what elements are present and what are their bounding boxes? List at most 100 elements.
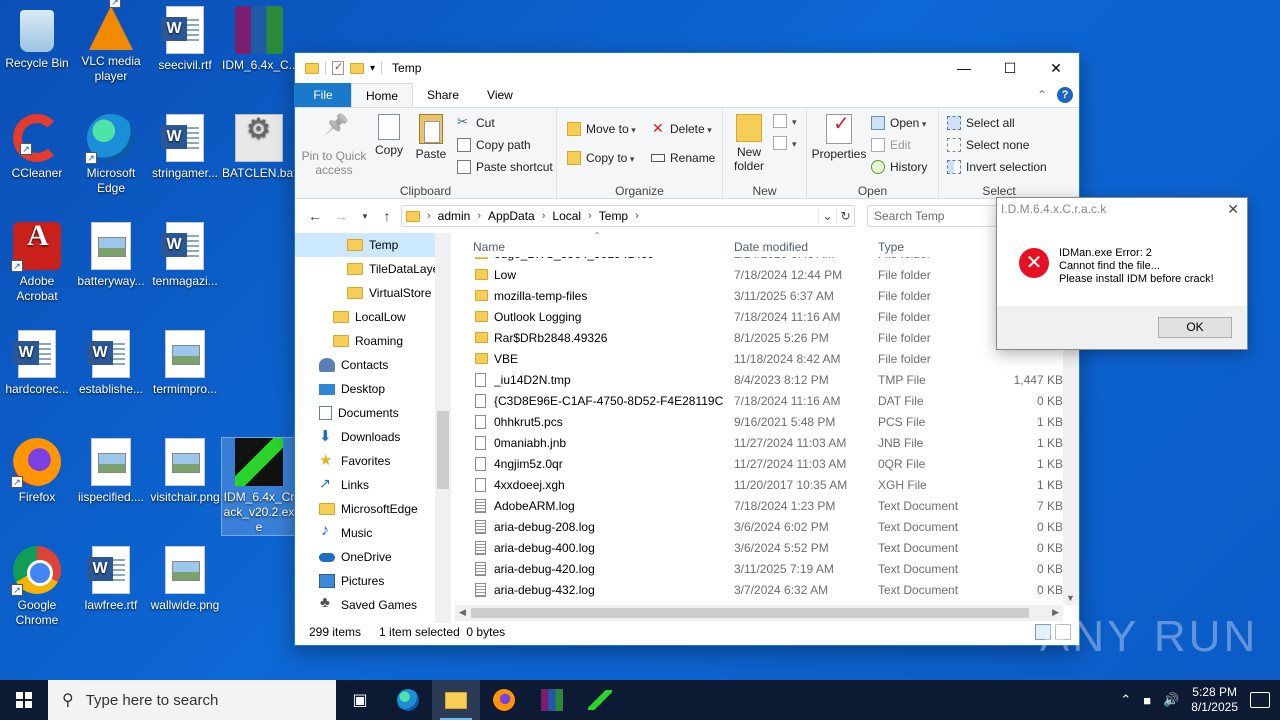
clock[interactable]: 5:28 PM 8/1/2025: [1191, 685, 1238, 715]
copy-path-button[interactable]: Copy path: [457, 138, 531, 152]
desktop-icon[interactable]: termimpro...: [148, 330, 222, 397]
desktop-icon[interactable]: BATCLEN.bat: [222, 114, 296, 181]
file-row[interactable]: Outlook Logging 7/18/2024 11:16 AM File fo…: [455, 306, 1063, 327]
cut-button[interactable]: Cut: [457, 114, 495, 130]
back-button[interactable]: ←: [303, 208, 327, 224]
nav-item-documents[interactable]: Documents: [295, 401, 451, 425]
desktop-icon[interactable]: ↗ Microsoft Edge: [74, 114, 148, 196]
nav-item-favorites[interactable]: Favorites: [295, 449, 451, 473]
network-icon[interactable]: ■: [1143, 693, 1151, 708]
file-row[interactable]: 4ngjim5z.0qr 11/27/2024 11:03 AM 0QR File 1…: [455, 453, 1063, 474]
maximize-button[interactable]: ☐: [987, 53, 1033, 83]
nav-item-desktop[interactable]: Desktop: [295, 377, 451, 401]
nav-item-microsoftedge[interactable]: MicrosoftEdge: [295, 497, 451, 521]
desktop-icon[interactable]: ↗ Firefox: [0, 438, 74, 505]
notifications-icon[interactable]: [1250, 692, 1270, 708]
volume-icon[interactable]: 🔊: [1163, 692, 1179, 708]
nav-item-temp[interactable]: Temp: [295, 233, 451, 257]
delete-button[interactable]: Delete: [651, 120, 712, 137]
taskbar-winrar[interactable]: [528, 680, 576, 720]
history-button[interactable]: History: [871, 160, 927, 174]
horizontal-scroll-thumb[interactable]: [471, 608, 1029, 618]
desktop-icon[interactable]: Recycle Bin: [0, 6, 74, 71]
title-bar[interactable]: ▾ Temp — ☐ ✕: [295, 53, 1079, 83]
edit-button[interactable]: Edit: [871, 138, 911, 152]
desktop-icon[interactable]: Wseecivil.rtf: [148, 6, 222, 73]
file-row[interactable]: 0maniabh.jnb 11/27/2024 11:03 AM JNB File 1…: [455, 432, 1063, 453]
desktop-icon[interactable]: Whardcorec...: [0, 330, 74, 397]
refresh-icon[interactable]: ↻: [836, 209, 854, 223]
copy-to-button[interactable]: Copy to: [567, 151, 634, 165]
dialog-title-bar[interactable]: I.D.M.6.4.x.C.r.a.c.k ✕: [997, 198, 1247, 222]
address-dropdown-icon[interactable]: ⌄: [818, 209, 836, 223]
desktop-icon[interactable]: Wstringamer...: [148, 114, 222, 181]
ok-button[interactable]: OK: [1158, 317, 1232, 338]
taskbar-file-explorer[interactable]: [432, 680, 480, 720]
select-all-button[interactable]: Select all: [947, 116, 1015, 130]
collapse-ribbon-icon[interactable]: ⌃: [1037, 88, 1047, 102]
column-date-modified[interactable]: Date modified: [734, 240, 808, 254]
close-button[interactable]: ✕: [1033, 53, 1079, 83]
pin-quick-access-button[interactable]: Pin to Quick access: [301, 114, 367, 177]
help-icon[interactable]: ?: [1057, 87, 1073, 103]
nav-item-links[interactable]: Links: [295, 473, 451, 497]
desktop-icon[interactable]: ↗ VLC media player: [74, 0, 148, 84]
properties-button[interactable]: Properties: [811, 114, 867, 161]
copy-button[interactable]: Copy: [371, 114, 407, 157]
file-row[interactable]: aria-debug-420.log 3/11/2025 7:19 AM Text …: [455, 558, 1063, 579]
address-bar[interactable]: › admin › AppData › Local › Temp › ⌄ ↻: [401, 205, 855, 227]
paste-shortcut-button[interactable]: Paste shortcut: [457, 160, 553, 174]
start-button[interactable]: [0, 680, 48, 720]
taskbar-idm-installer[interactable]: [576, 680, 624, 720]
nav-item-pictures[interactable]: Pictures: [295, 569, 451, 593]
invert-selection-button[interactable]: Invert selection: [947, 160, 1047, 174]
nav-item-downloads[interactable]: Downloads: [295, 425, 451, 449]
file-row[interactable]: mozilla-temp-files 3/11/2025 6:37 AM File …: [455, 285, 1063, 306]
desktop-icon[interactable]: ↗ CCleaner: [0, 114, 74, 181]
taskbar-firefox[interactable]: [480, 680, 528, 720]
nav-item-contacts[interactable]: Contacts: [295, 353, 451, 377]
desktop-icon[interactable]: visitchair.png: [148, 438, 222, 505]
rename-button[interactable]: Rename: [651, 151, 715, 165]
tab-share[interactable]: Share: [413, 83, 473, 107]
file-row[interactable]: aria-debug-400.log 3/6/2024 5:52 PM Text D…: [455, 537, 1063, 558]
tab-file[interactable]: File: [295, 83, 351, 107]
column-type[interactable]: Type: [878, 240, 904, 254]
desktop-icon[interactable]: Wtenmagazi...: [148, 222, 222, 289]
nav-scrollbar[interactable]: [435, 233, 451, 623]
desktop-icon[interactable]: ↗ Adobe Acrobat: [0, 222, 74, 304]
easy-access-button[interactable]: [773, 136, 797, 150]
minimize-button[interactable]: —: [941, 53, 987, 83]
file-row[interactable]: aria-debug-208.log 3/6/2024 6:02 PM Text D…: [455, 516, 1063, 537]
file-row[interactable]: edge_BITS_5564_991941469 2/24/2025 6:48 A…: [455, 257, 1063, 264]
breadcrumb-admin[interactable]: admin: [438, 209, 471, 223]
task-view-button[interactable]: ▣: [336, 680, 384, 720]
open-button[interactable]: Open: [871, 116, 926, 130]
move-to-button[interactable]: Move to: [567, 122, 636, 136]
file-row[interactable]: VBE 11/18/2024 8:42 AM File folder: [455, 348, 1063, 369]
breadcrumb-temp[interactable]: Temp: [599, 209, 628, 223]
desktop-icon[interactable]: Westablishe...: [74, 330, 148, 397]
file-row[interactable]: _iu14D2N.tmp 8/4/2023 8:12 PM TMP File 1,44…: [455, 369, 1063, 390]
forward-button[interactable]: →: [329, 208, 353, 224]
column-name[interactable]: Name: [473, 240, 505, 254]
up-button[interactable]: ↑: [375, 208, 399, 224]
tab-home[interactable]: Home: [351, 83, 414, 107]
nav-item-music[interactable]: Music: [295, 521, 451, 545]
nav-scroll-thumb[interactable]: [437, 411, 449, 489]
desktop-icon[interactable]: IDM_6.4x_C...: [222, 6, 299, 73]
nav-item-tiledatalayer[interactable]: TileDataLayer: [295, 257, 451, 281]
desktop-icon[interactable]: IDM_6.4x_Crack_v20.2.exe: [221, 437, 297, 536]
file-row[interactable]: Low 7/18/2024 12:44 PM File folder: [455, 264, 1063, 285]
scroll-down-icon[interactable]: ▼: [1066, 593, 1075, 603]
file-row[interactable]: 4xxdoeej.xgh 11/20/2017 10:35 AM XGH File 1…: [455, 474, 1063, 495]
file-row[interactable]: {C3D8E96E-C1AF-4750-8D52-F4E28119C1... 7/…: [455, 390, 1063, 411]
scroll-left-icon[interactable]: ◀: [459, 607, 466, 618]
nav-item-onedrive[interactable]: OneDrive: [295, 545, 451, 569]
desktop-icon[interactable]: iispecified....: [74, 438, 148, 505]
file-row[interactable]: AdobeARM.log 7/18/2024 1:23 PM Text Docume…: [455, 495, 1063, 516]
chevron-up-icon[interactable]: ⌃: [1120, 692, 1131, 708]
breadcrumb-appdata[interactable]: AppData: [488, 209, 535, 223]
nav-item-virtualstore[interactable]: VirtualStore: [295, 281, 451, 305]
dialog-close-button[interactable]: ✕: [1227, 201, 1239, 218]
